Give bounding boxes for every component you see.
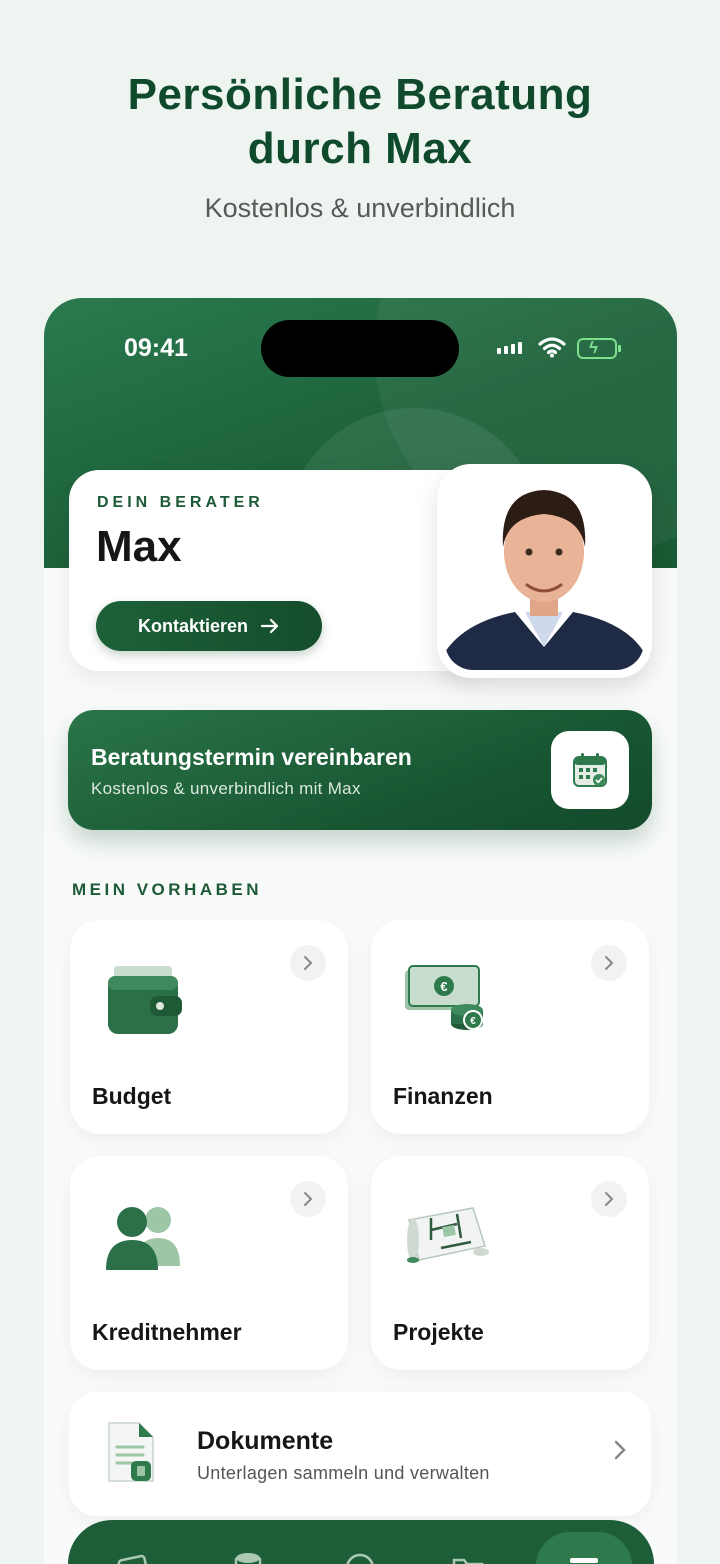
promo-subtitle: Kostenlos & unverbindlich bbox=[204, 193, 516, 223]
tile-label: Projekte bbox=[393, 1319, 484, 1345]
floorplan-icon bbox=[407, 1207, 489, 1263]
chevron-right-icon bbox=[290, 945, 326, 981]
contact-button[interactable]: Kontaktieren bbox=[96, 601, 322, 651]
chevron-right-icon bbox=[614, 1440, 626, 1460]
tile-budget[interactable]: Budget bbox=[70, 920, 348, 1134]
svg-text:€: € bbox=[470, 1016, 476, 1027]
people-icon bbox=[106, 1207, 180, 1270]
tile-label: Budget bbox=[92, 1083, 172, 1109]
promo-title: Persönliche Beratung durch Max bbox=[0, 68, 720, 176]
cards-icon[interactable] bbox=[116, 1550, 152, 1564]
document-icon bbox=[108, 1422, 154, 1482]
documents-row[interactable]: Dokumente Unterlagen sammeln und verwalt… bbox=[69, 1392, 651, 1516]
promo-title-line1: Persönliche Beratung bbox=[127, 70, 593, 119]
dynamic-island bbox=[261, 320, 459, 377]
arrow-right-icon bbox=[260, 618, 279, 634]
calendar-icon bbox=[551, 731, 629, 809]
chevron-right-icon bbox=[290, 1181, 326, 1217]
tile-kreditnehmer[interactable]: Kreditnehmer bbox=[70, 1156, 348, 1370]
appointment-title: Beratungstermin vereinbaren bbox=[91, 744, 412, 770]
tile-projekte[interactable]: Projekte bbox=[371, 1156, 649, 1370]
tile-finanzen[interactable]: € € Finanzen bbox=[371, 920, 649, 1134]
advisor-name: Max bbox=[96, 522, 182, 571]
money-icon: € € bbox=[405, 965, 483, 1030]
chevron-right-icon bbox=[591, 1181, 627, 1217]
signal-icon bbox=[497, 342, 522, 354]
battery-icon: ϟ bbox=[577, 338, 621, 359]
tile-label: Kreditnehmer bbox=[92, 1319, 242, 1345]
appointment-card[interactable]: Beratungstermin vereinbaren Kostenlos & … bbox=[68, 710, 652, 830]
chat-icon[interactable] bbox=[342, 1550, 378, 1564]
advisor-portrait bbox=[445, 472, 644, 670]
folder-icon[interactable] bbox=[450, 1550, 486, 1564]
contact-button-label: Kontaktieren bbox=[137, 615, 249, 636]
menu-icon[interactable] bbox=[566, 1550, 602, 1564]
documents-subtitle: Unterlagen sammeln und verwalten bbox=[197, 1463, 490, 1483]
tile-label: Finanzen bbox=[393, 1083, 493, 1109]
coins-icon[interactable] bbox=[230, 1550, 266, 1564]
phone-screen: 09:41 ϟ DEIN BERATER Max Kontaktieren Be… bbox=[44, 298, 677, 1564]
promo-title-line2: durch Max bbox=[247, 124, 473, 173]
advisor-card[interactable]: DEIN BERATER Max Kontaktieren bbox=[69, 470, 489, 671]
advisor-label: DEIN BERATER bbox=[97, 494, 264, 511]
svg-text:€: € bbox=[440, 979, 447, 994]
status-time: 09:41 bbox=[124, 334, 188, 362]
appointment-subtitle: Kostenlos & unverbindlich mit Max bbox=[91, 779, 361, 798]
tab-bar bbox=[68, 1520, 654, 1564]
section-title: MEIN VORHABEN bbox=[72, 880, 263, 899]
wallet-icon bbox=[108, 966, 182, 1034]
wifi-icon bbox=[538, 337, 566, 358]
chevron-right-icon bbox=[591, 945, 627, 981]
documents-title: Dokumente bbox=[197, 1427, 334, 1455]
advisor-photo[interactable] bbox=[437, 464, 652, 678]
